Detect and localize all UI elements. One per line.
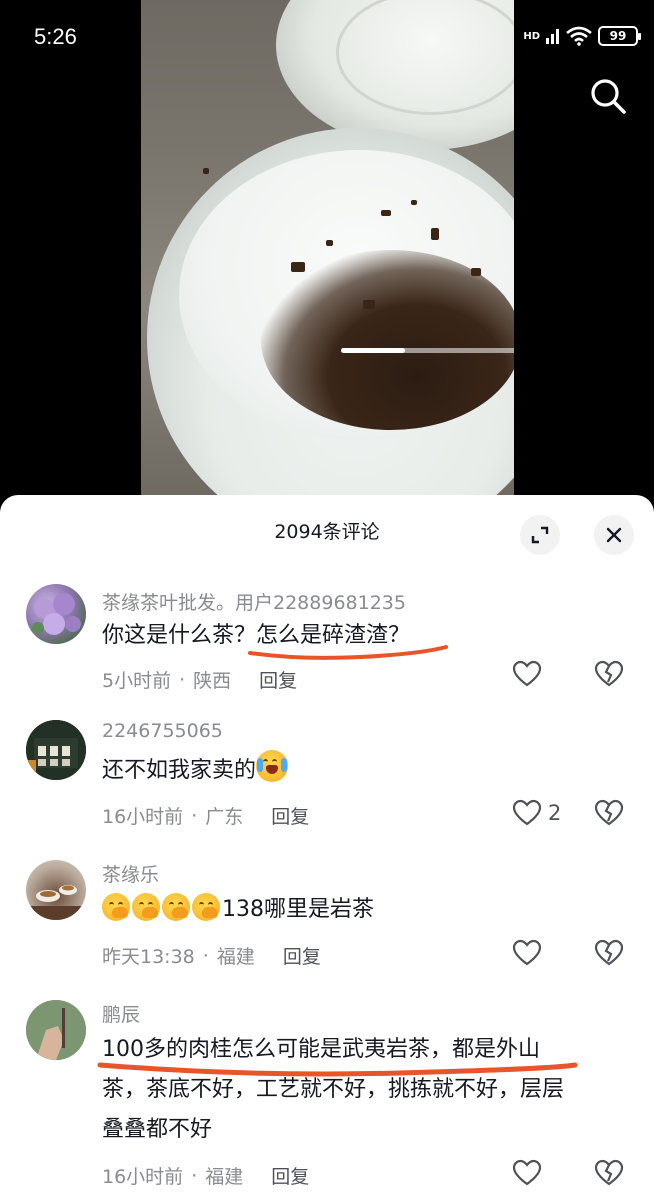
comment-item[interactable]: 鹏辰 100多的肉桂怎么可能是武夷岩茶，都是外山 茶，茶底不好，工艺就不好，挑拣…: [0, 1000, 654, 1200]
comment-time: 昨天13:38: [102, 946, 195, 968]
wifi-icon: [566, 26, 592, 46]
comment-text-row: 138哪里是岩茶: [102, 890, 374, 930]
comment-item[interactable]: 2246755065 还不如我家卖的 16小时前 · 广东 回复 2: [0, 720, 654, 840]
like-button[interactable]: [512, 939, 542, 967]
broken-heart-icon: [594, 660, 624, 687]
expand-icon: [531, 526, 549, 544]
tea-leaf-fragment: [363, 300, 375, 309]
avatar[interactable]: [26, 860, 86, 920]
comment-meta: 16小时前 · 广东 回复: [102, 802, 309, 829]
avatar[interactable]: [26, 1000, 86, 1060]
video-player[interactable]: 5:26 HD 99: [0, 0, 654, 510]
comment-meta: 昨天13:38 · 福建 回复: [102, 942, 321, 969]
close-button[interactable]: [594, 515, 634, 555]
comment-author[interactable]: 鹏辰: [102, 1000, 140, 1027]
comment-meta: 16小时前 · 福建 回复: [102, 1162, 309, 1189]
comment-item[interactable]: 茶缘茶叶批发。用户22889681235 你这是什么茶？怎么是碎渣渣？ 5小时前…: [0, 580, 654, 700]
search-icon: [591, 79, 626, 114]
like-button[interactable]: 2: [512, 799, 561, 827]
meta-separator: ·: [191, 1164, 198, 1187]
video-progress-fill: [341, 348, 405, 353]
comment-time: 16小时前: [102, 1166, 184, 1188]
dislike-button[interactable]: [594, 799, 624, 831]
heart-icon: [512, 1159, 542, 1186]
comment-text-line: 茶，茶底不好，工艺就不好，挑拣就不好，层层: [102, 1077, 565, 1102]
reply-button[interactable]: 回复: [271, 1162, 309, 1189]
comment-author[interactable]: 茶缘乐: [102, 860, 159, 887]
close-icon: [606, 527, 622, 543]
search-button[interactable]: [588, 76, 628, 116]
comment-text-line: 叠叠都不好: [102, 1117, 213, 1142]
comment-text: 你这是什么茶？怎么是碎渣渣？: [102, 623, 411, 648]
meta-separator: ·: [202, 944, 209, 967]
tea-leaf-fragment: [203, 168, 209, 174]
heart-icon: [512, 660, 542, 687]
avatar[interactable]: [26, 584, 86, 644]
avatar-image: [26, 1000, 86, 1060]
comment-item[interactable]: 茶缘乐 138哪里是岩茶 昨天13:38 · 福建 回复: [0, 860, 654, 980]
reply-button[interactable]: 回复: [259, 666, 297, 693]
video-progress-bar[interactable]: [341, 348, 514, 353]
reply-button[interactable]: 回复: [283, 942, 321, 969]
broken-heart-icon: [594, 799, 624, 826]
like-button[interactable]: [512, 1159, 542, 1187]
tea-leaf-fragment: [431, 228, 439, 240]
tea-leaves-image: [261, 250, 514, 430]
tea-leaf-fragment: [411, 200, 417, 205]
tea-leaf-fragment: [471, 268, 481, 276]
battery-indicator: 99: [598, 26, 641, 46]
avatar-image: [26, 720, 86, 780]
comment-author[interactable]: 2246755065: [102, 720, 223, 742]
expand-button[interactable]: [520, 515, 560, 555]
status-time: 5:26: [34, 24, 77, 49]
comment-time: 5小时前: [102, 670, 172, 692]
avatar-image: [32, 593, 81, 635]
heart-icon: [512, 799, 542, 826]
comment-time: 16小时前: [102, 806, 184, 828]
dislike-button[interactable]: [594, 939, 624, 971]
like-button[interactable]: [512, 660, 542, 688]
comment-location: 陕西: [193, 670, 232, 692]
dislike-button[interactable]: [594, 660, 624, 692]
comment-location: 广东: [205, 806, 244, 828]
reply-button[interactable]: 回复: [271, 802, 309, 829]
avatar[interactable]: [26, 720, 86, 780]
broken-heart-icon: [594, 939, 624, 966]
broken-heart-icon: [594, 1159, 624, 1186]
comment-text: 还不如我家卖的: [102, 758, 257, 783]
status-icons: HD 99: [523, 26, 641, 46]
avatar-image: [26, 885, 86, 920]
tea-leaf-fragment: [291, 262, 305, 272]
like-count: 2: [548, 801, 562, 825]
loudly-crying-face-emoji: [256, 750, 289, 782]
tea-leaf-fragment: [381, 210, 391, 216]
comment-text: 138哪里是岩茶: [222, 897, 374, 922]
meta-separator: ·: [191, 804, 198, 827]
heart-icon: [512, 939, 542, 966]
video-frame[interactable]: [141, 0, 514, 510]
signal-icon: [546, 29, 559, 44]
comments-header: 2094条评论: [0, 495, 654, 567]
hd-signal-label: HD: [523, 30, 540, 42]
comment-meta: 5小时前 · 陕西 回复: [102, 666, 297, 693]
comment-author[interactable]: 茶缘茶叶批发。用户22889681235: [102, 588, 406, 615]
comment-text-row: 还不如我家卖的: [102, 750, 290, 791]
comment-location: 福建: [216, 946, 255, 968]
comments-panel[interactable]: 2094条评论 茶缘茶叶批发。用户22889681235 你这是什么茶？怎么是碎…: [0, 495, 654, 1200]
meta-separator: ·: [179, 668, 186, 691]
comment-location: 福建: [205, 1166, 244, 1188]
comment-text-line: 100多的肉桂怎么可能是武夷岩茶，都是外山: [102, 1037, 540, 1062]
tea-leaf-fragment: [326, 240, 333, 246]
shushing-face-emoji: [102, 893, 222, 922]
dislike-button[interactable]: [594, 1159, 624, 1191]
